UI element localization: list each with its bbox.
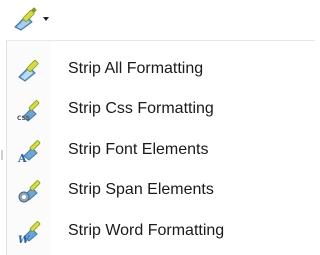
menu-item-strip-all-formatting[interactable]: Strip All Formatting <box>7 50 316 90</box>
broom-format-icon <box>14 7 37 31</box>
menu-item-label: Strip All Formatting <box>68 60 204 77</box>
strip-font-elements-icon: A <box>17 140 41 164</box>
chevron-down-icon <box>43 17 49 21</box>
strip-css-formatting-icon: CSS <box>17 100 40 122</box>
strip-word-formatting-icon: W <box>18 221 41 245</box>
strip-formatting-menu: Strip All Formatting CSS Strip Css Forma… <box>6 40 315 255</box>
strip-formatting-ui: Strip All Formatting CSS Strip Css Forma… <box>0 0 315 255</box>
menu-item-strip-font-elements[interactable]: A Strip Font Elements <box>7 131 316 171</box>
css-badge: CSS <box>17 115 30 122</box>
menu-item-label: Strip Word Formatting <box>68 222 225 239</box>
menu-item-strip-span-elements[interactable]: Strip Span Elements <box>7 171 316 211</box>
word-badge: W <box>18 235 31 245</box>
strip-span-elements-icon <box>18 180 41 203</box>
strip-formatting-dropdown-button[interactable] <box>0 0 58 38</box>
menu-item-strip-css-formatting[interactable]: CSS Strip Css Formatting <box>7 90 316 130</box>
menu-item-label: Strip Css Formatting <box>68 100 214 117</box>
menu-item-strip-word-formatting[interactable]: W Strip Word Formatting <box>7 212 316 252</box>
edge-divider <box>1 150 3 160</box>
menu-item-label: Strip Span Elements <box>68 181 214 198</box>
font-badge: A <box>17 152 27 164</box>
menu-item-label: Strip Font Elements <box>68 141 209 158</box>
strip-all-formatting-icon <box>18 60 39 82</box>
